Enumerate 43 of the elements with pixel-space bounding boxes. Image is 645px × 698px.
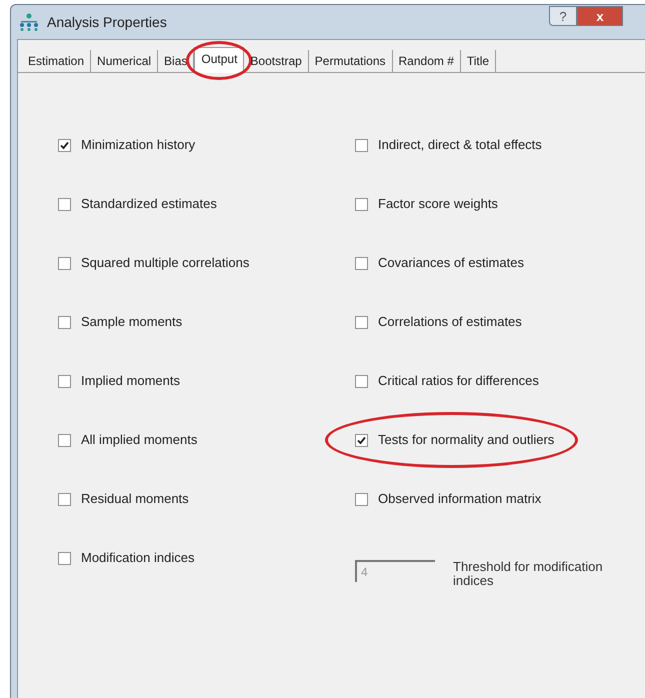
checkbox[interactable] (355, 198, 368, 210)
checkbox[interactable] (58, 138, 71, 152)
hierarchy-icon (19, 13, 39, 31)
checkbox[interactable] (58, 552, 71, 564)
option-label: Observed information matrix (378, 490, 542, 508)
option-label: Indirect, direct & total effects (378, 136, 542, 154)
field-label: Threshold for modification indices (453, 560, 604, 588)
checkbox[interactable] (355, 492, 368, 506)
checkbox[interactable] (355, 434, 368, 446)
help-button[interactable]: ? (549, 6, 577, 26)
option-label: Modification indices (81, 549, 194, 568)
option-label: Standardized estimates (81, 195, 217, 214)
tab[interactable]: Permutations (308, 50, 392, 72)
option-label: Implied moments (81, 372, 180, 390)
close-button[interactable]: x (577, 6, 623, 26)
option-label: Correlations of estimates (378, 313, 522, 332)
checkmark-icon (357, 436, 366, 444)
checkmark-icon (60, 140, 69, 150)
option-label: Tests for normality and outliers (378, 431, 554, 450)
checkbox[interactable] (355, 138, 368, 152)
option-label: Residual moments (81, 490, 189, 508)
checkbox[interactable] (58, 316, 71, 328)
checkbox[interactable] (58, 256, 71, 270)
window-title: Analysis Properties (47, 12, 167, 32)
option-label: Minimization history (81, 136, 196, 154)
checkbox[interactable] (355, 256, 368, 270)
tab[interactable]: Numerical (91, 50, 158, 72)
tab[interactable]: Title (460, 50, 496, 72)
checkbox[interactable] (355, 316, 368, 328)
checkbox[interactable] (355, 374, 368, 388)
checkbox[interactable] (58, 434, 71, 446)
option-label: Factor score weights (378, 195, 498, 214)
tab[interactable]: Estimation (22, 50, 92, 72)
option-label: Sample moments (81, 313, 182, 332)
option-label: Critical ratios for differences (378, 372, 539, 390)
checkbox[interactable] (58, 198, 71, 210)
tab[interactable]: Random # (392, 50, 461, 72)
option-label: Covariances of estimates (378, 254, 524, 272)
checkbox[interactable] (58, 374, 71, 388)
option-label: Squared multiple correlations (81, 254, 250, 272)
checkbox[interactable] (58, 492, 71, 506)
option-label: All implied moments (81, 431, 198, 450)
tab[interactable]: Output (194, 47, 244, 73)
